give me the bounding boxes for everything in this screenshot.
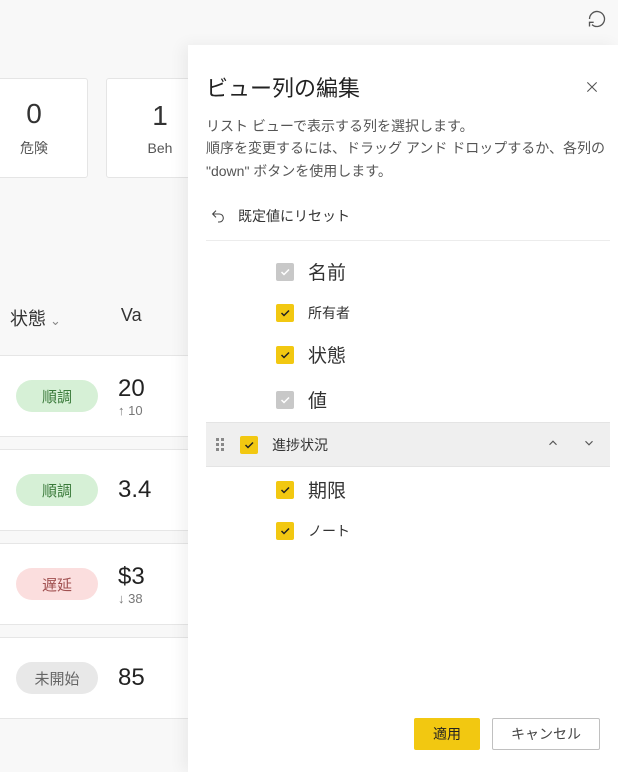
apply-button[interactable]: 適用 xyxy=(414,718,480,750)
summary-cards: 0 危険 1 Beh xyxy=(0,78,214,178)
refresh-button[interactable] xyxy=(587,9,609,31)
value-text: 20 xyxy=(118,375,145,403)
chevron-down-icon: ⌄ xyxy=(50,313,61,328)
column-checkbox xyxy=(276,263,294,281)
value-text: $3 xyxy=(118,563,145,591)
value-cell: $338 xyxy=(118,563,145,606)
column-header-value[interactable]: Va xyxy=(121,305,142,331)
column-label: 期限 xyxy=(308,476,600,503)
edit-columns-panel: ビュー列の編集 リスト ビューで表示する列を選択します。 順序を変更するには、ド… xyxy=(188,45,618,772)
column-label: 進捗状況 xyxy=(272,435,528,455)
value-text: 3.4 xyxy=(118,476,151,504)
reorder-arrows xyxy=(542,432,600,457)
column-header-status[interactable]: 状態⌄ xyxy=(10,305,61,331)
card-label: Beh xyxy=(148,140,173,156)
panel-footer: 適用 キャンセル xyxy=(206,704,610,772)
value-cell: 85 xyxy=(118,664,145,692)
column-item[interactable]: 進捗状況 xyxy=(206,422,610,467)
column-item[interactable]: ノート xyxy=(206,512,610,550)
column-label: 名前 xyxy=(308,258,600,285)
column-label: 状態 xyxy=(308,341,600,368)
status-badge: 未開始 xyxy=(16,662,98,694)
table-header: 状態⌄ Va xyxy=(10,305,142,331)
column-checkbox[interactable] xyxy=(276,522,294,540)
table-row[interactable]: 未開始 85 xyxy=(0,637,200,719)
column-item[interactable]: 値 xyxy=(206,377,610,422)
card-label: 危険 xyxy=(20,138,48,158)
close-icon xyxy=(584,79,600,95)
reset-row: 既定値にリセット xyxy=(206,196,610,241)
column-label: 値 xyxy=(308,386,600,413)
refresh-icon xyxy=(587,9,607,29)
column-item[interactable]: 期限 xyxy=(206,467,610,512)
table-row[interactable]: 順調 2010 xyxy=(0,355,200,437)
close-button[interactable] xyxy=(574,69,610,105)
status-badge: 順調 xyxy=(16,380,98,412)
status-badge: 遅延 xyxy=(16,568,98,600)
move-up-button[interactable] xyxy=(542,432,564,457)
card-value: 0 xyxy=(26,98,42,130)
column-checkbox xyxy=(276,391,294,409)
column-list: 名前所有者状態値進捗状況期限ノート xyxy=(206,249,610,550)
value-sub: 10 xyxy=(118,403,145,418)
drag-handle-icon[interactable] xyxy=(214,438,226,451)
move-down-button[interactable] xyxy=(578,432,600,457)
table-row[interactable]: 遅延 $338 xyxy=(0,543,200,625)
column-label: 所有者 xyxy=(308,303,600,323)
reset-defaults-button[interactable]: 既定値にリセット xyxy=(238,206,350,226)
card-risk[interactable]: 0 危険 xyxy=(0,78,88,178)
cancel-button[interactable]: キャンセル xyxy=(492,718,600,750)
column-item[interactable]: 状態 xyxy=(206,332,610,377)
column-checkbox[interactable] xyxy=(276,346,294,364)
column-label: ノート xyxy=(308,521,600,541)
column-item[interactable]: 所有者 xyxy=(206,294,610,332)
column-checkbox[interactable] xyxy=(276,481,294,499)
column-checkbox[interactable] xyxy=(240,436,258,454)
panel-description: リスト ビューで表示する列を選択します。 順序を変更するには、ドラッグ アンド … xyxy=(206,115,610,182)
undo-icon xyxy=(210,208,226,224)
value-sub: 38 xyxy=(118,591,145,606)
status-badge: 順調 xyxy=(16,474,98,506)
topbar xyxy=(578,0,618,40)
column-item[interactable]: 名前 xyxy=(206,249,610,294)
value-cell: 3.4 xyxy=(118,476,151,504)
table-row[interactable]: 順調 3.4 xyxy=(0,449,200,531)
value-cell: 2010 xyxy=(118,375,145,418)
value-text: 85 xyxy=(118,664,145,692)
column-checkbox[interactable] xyxy=(276,304,294,322)
table-body: 順調 2010 順調 3.4 遅延 $338 未開始 85 xyxy=(0,355,200,731)
card-value: 1 xyxy=(152,100,168,132)
panel-title: ビュー列の編集 xyxy=(206,71,574,103)
